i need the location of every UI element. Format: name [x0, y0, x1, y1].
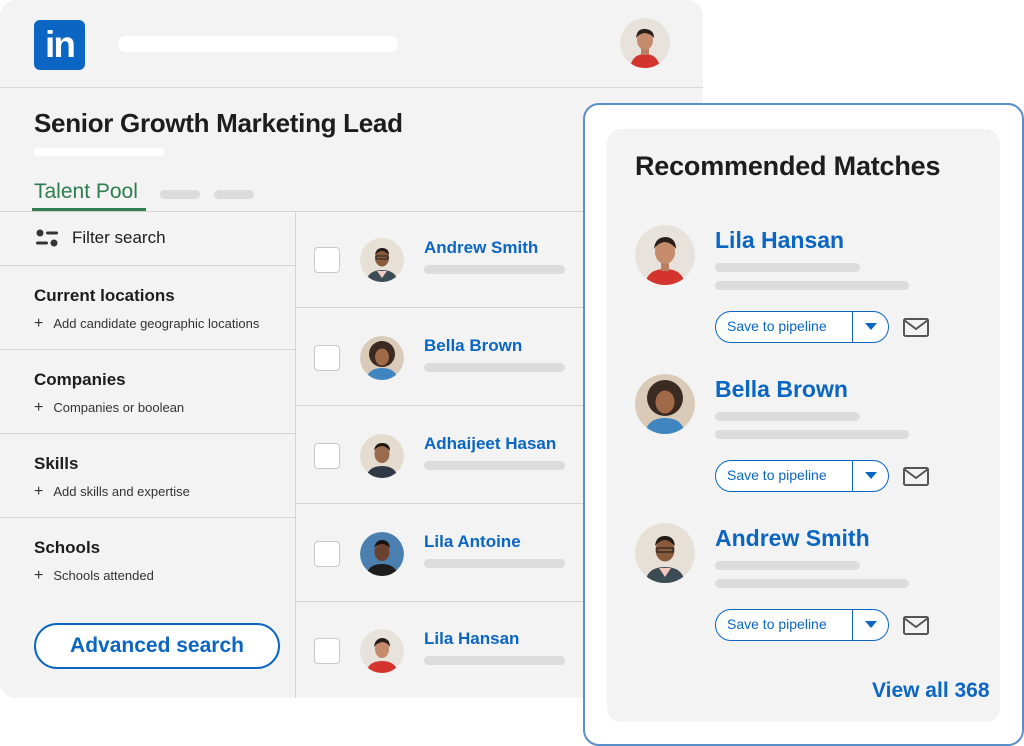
match-item: Bella Brown Save to pipeline [635, 374, 995, 509]
candidate-headline-placeholder [424, 265, 565, 274]
filter-section-skills: Skills + Add skills and expertise [34, 454, 190, 500]
candidate-checkbox[interactable] [314, 247, 340, 273]
match-detail-placeholder [715, 561, 860, 570]
caret-down-icon[interactable] [853, 312, 888, 342]
divider [296, 503, 583, 504]
filter-section-title: Skills [34, 454, 79, 473]
candidate-checkbox[interactable] [314, 443, 340, 469]
linkedin-logo[interactable]: in [34, 20, 85, 70]
candidate-headline-placeholder [424, 461, 565, 470]
avatar [360, 629, 404, 673]
candidate-name[interactable]: Adhaijeet Hasan [424, 434, 556, 454]
add-school-link[interactable]: + Schools attended [34, 567, 154, 584]
filter-section-title: Current locations [34, 286, 175, 305]
match-name[interactable]: Lila Hansan [715, 227, 844, 254]
avatar[interactable] [635, 523, 695, 583]
match-detail-placeholder [715, 579, 909, 588]
divider [0, 349, 295, 350]
filter-section-companies: Companies + Companies or boolean [34, 370, 185, 416]
envelope-icon[interactable] [903, 318, 929, 337]
filter-search-header[interactable]: Filter search [34, 228, 166, 248]
candidate-name[interactable]: Bella Brown [424, 336, 522, 356]
tab-placeholder[interactable] [160, 190, 200, 199]
tab-placeholder[interactable] [214, 190, 254, 199]
match-name[interactable]: Andrew Smith [715, 525, 870, 552]
add-location-label: Add candidate geographic locations [53, 316, 260, 331]
candidate-name[interactable]: Lila Antoine [424, 532, 521, 552]
filter-section-locations: Current locations + Add candidate geograp… [34, 286, 260, 332]
avatar [360, 238, 404, 282]
job-title: Senior Growth Marketing Lead [34, 108, 403, 138]
add-skill-link[interactable]: + Add skills and expertise [34, 483, 190, 500]
advanced-search-button[interactable]: Advanced search [34, 623, 280, 669]
add-location-link[interactable]: + Add candidate geographic locations [34, 315, 260, 332]
avatar [360, 532, 404, 576]
plus-icon: + [34, 567, 44, 584]
candidate-name[interactable]: Andrew Smith [424, 238, 538, 258]
job-subtitle-placeholder [34, 148, 164, 156]
caret-down-icon[interactable] [853, 461, 888, 491]
save-to-pipeline-button[interactable]: Save to pipeline [715, 460, 889, 492]
filter-section-title: Schools [34, 538, 101, 557]
tab-talent-pool[interactable]: Talent Pool [34, 180, 138, 204]
divider [296, 307, 583, 308]
recommended-matches-title: Recommended Matches [635, 151, 941, 181]
candidate-row[interactable]: Lila Hansan [314, 623, 584, 683]
candidate-checkbox[interactable] [314, 345, 340, 371]
global-search-bar[interactable] [118, 36, 398, 52]
caret-down-icon[interactable] [853, 610, 888, 640]
add-company-label: Companies or boolean [53, 400, 185, 415]
plus-icon: + [34, 399, 44, 416]
match-detail-placeholder [715, 281, 909, 290]
candidate-row[interactable]: Andrew Smith [314, 232, 584, 292]
candidate-checkbox[interactable] [314, 638, 340, 664]
plus-icon: + [34, 483, 44, 500]
add-school-label: Schools attended [53, 568, 154, 583]
view-all-link[interactable]: View all 368 [872, 679, 990, 703]
add-company-link[interactable]: + Companies or boolean [34, 399, 185, 416]
recommended-matches-card: Recommended Matches Lila Hansan Save to … [583, 103, 1024, 746]
filter-section-title: Companies [34, 370, 126, 389]
save-to-pipeline-label[interactable]: Save to pipeline [716, 610, 853, 640]
envelope-icon[interactable] [903, 467, 929, 486]
save-to-pipeline-label[interactable]: Save to pipeline [716, 461, 853, 491]
avatar[interactable] [635, 225, 695, 285]
candidate-name[interactable]: Lila Hansan [424, 629, 519, 649]
match-detail-placeholder [715, 430, 909, 439]
column-divider [295, 212, 296, 698]
match-item: Andrew Smith Save to pipeline [635, 523, 995, 658]
candidate-headline-placeholder [424, 656, 565, 665]
candidate-row[interactable]: Bella Brown [314, 330, 584, 390]
avatar [360, 434, 404, 478]
candidate-headline-placeholder [424, 363, 565, 372]
recommended-matches-panel: Recommended Matches Lila Hansan Save to … [607, 129, 1000, 722]
top-navigation-bar: in [0, 0, 703, 88]
save-to-pipeline-label[interactable]: Save to pipeline [716, 312, 853, 342]
profile-avatar[interactable] [620, 18, 670, 68]
save-to-pipeline-button[interactable]: Save to pipeline [715, 609, 889, 641]
divider [296, 601, 583, 602]
divider [296, 405, 583, 406]
avatar [360, 336, 404, 380]
divider [0, 517, 295, 518]
filter-search-label: Filter search [72, 228, 166, 247]
match-detail-placeholder [715, 412, 860, 421]
match-item: Lila Hansan Save to pipeline [635, 225, 995, 360]
plus-icon: + [34, 315, 44, 332]
envelope-icon[interactable] [903, 616, 929, 635]
candidate-headline-placeholder [424, 559, 565, 568]
candidate-checkbox[interactable] [314, 541, 340, 567]
add-skill-label: Add skills and expertise [53, 484, 190, 499]
match-detail-placeholder [715, 263, 860, 272]
filter-section-schools: Schools + Schools attended [34, 538, 154, 584]
divider [0, 433, 295, 434]
sliders-icon [36, 229, 58, 247]
candidate-row[interactable]: Lila Antoine [314, 526, 584, 586]
divider [0, 265, 295, 266]
save-to-pipeline-button[interactable]: Save to pipeline [715, 311, 889, 343]
candidate-row[interactable]: Adhaijeet Hasan [314, 428, 584, 488]
avatar[interactable] [635, 374, 695, 434]
match-name[interactable]: Bella Brown [715, 376, 848, 403]
